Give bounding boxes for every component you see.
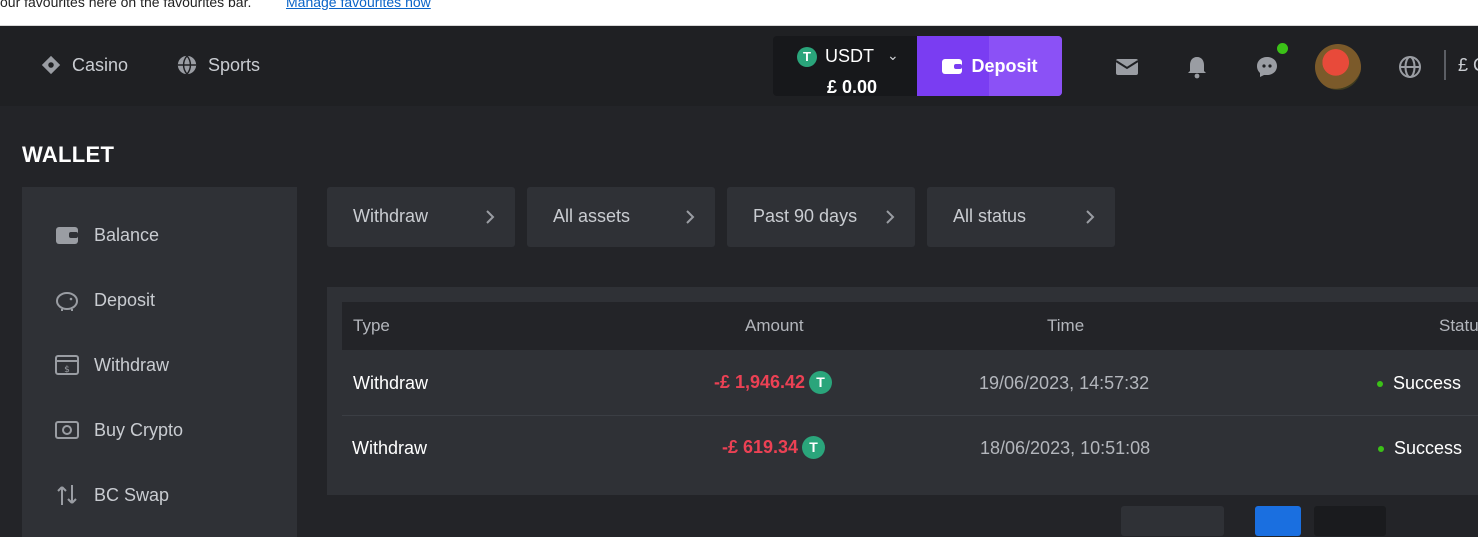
column-header-status: Statu bbox=[1439, 316, 1478, 335]
table-row-type: Withdraw bbox=[352, 438, 428, 458]
chat-icon[interactable] bbox=[1254, 54, 1280, 80]
page-button[interactable] bbox=[1314, 506, 1386, 536]
nav-casino-label: Casino bbox=[72, 54, 129, 75]
chevron-right-icon bbox=[686, 210, 695, 224]
withdraw-icon: $ bbox=[55, 355, 79, 375]
bell-icon[interactable] bbox=[1184, 54, 1210, 80]
chevron-down-icon: ⌄ bbox=[887, 47, 899, 63]
chevron-right-icon bbox=[486, 210, 495, 224]
column-header-time: Time bbox=[1047, 316, 1085, 335]
filter-label: Past 90 days bbox=[753, 206, 858, 226]
favourites-message: our favourites here on the favourites ba… bbox=[0, 0, 252, 10]
chat-online-indicator bbox=[1277, 43, 1288, 54]
filter-label: Withdraw bbox=[353, 206, 429, 226]
nav-sports[interactable]: Sports bbox=[176, 54, 260, 76]
top-nav: Casino Sports T USDT ⌄ £ 0.00 Deposit £ … bbox=[0, 26, 1478, 106]
sidebar-item-withdraw[interactable]: $ Withdraw bbox=[54, 350, 169, 380]
table-row-type: Withdraw bbox=[353, 373, 429, 393]
nav-sports-label: Sports bbox=[208, 54, 261, 75]
manage-favourites-link[interactable]: Manage favourites now bbox=[286, 0, 431, 10]
amount-value: -£ 619.34 bbox=[722, 437, 799, 457]
table-row-time: 19/06/2023, 14:57:32 bbox=[979, 373, 1150, 393]
sidebar-item-buy-crypto[interactable]: Buy Crypto bbox=[54, 415, 183, 445]
cash-icon bbox=[55, 421, 79, 439]
sidebar-item-bc-swap[interactable]: BC Swap bbox=[54, 480, 169, 510]
tether-icon: T bbox=[809, 371, 833, 394]
status-dot bbox=[1377, 380, 1383, 387]
nav-divider bbox=[1444, 50, 1446, 80]
deposit-label: Deposit bbox=[971, 55, 1038, 76]
sidebar-item-deposit[interactable]: Deposit bbox=[54, 285, 155, 315]
table-row-amount: -£ 1,946.42 T bbox=[714, 371, 833, 394]
filter-assets[interactable]: All assets bbox=[527, 187, 715, 247]
favourites-bar: our favourites here on the favourites ba… bbox=[0, 0, 1478, 26]
currency-label: USDT bbox=[825, 46, 874, 66]
table-row-status: Success bbox=[1378, 438, 1462, 459]
filter-period[interactable]: Past 90 days bbox=[727, 187, 915, 247]
fiat-currency-selector[interactable]: £ C bbox=[1458, 55, 1478, 76]
tether-icon: T bbox=[802, 436, 826, 459]
sidebar-item-label: Balance bbox=[94, 224, 160, 245]
sidebar-item-label: Deposit bbox=[94, 289, 156, 310]
table-row-amount: -£ 619.34 T bbox=[722, 436, 826, 459]
deposit-button[interactable]: Deposit bbox=[917, 36, 1062, 96]
sidebar-item-label: BC Swap bbox=[94, 484, 170, 505]
amount-value: -£ 1,946.42 bbox=[714, 372, 806, 392]
filter-label: All status bbox=[953, 206, 1027, 226]
filter-label: All assets bbox=[553, 206, 631, 226]
sidebar-item-label: Buy Crypto bbox=[94, 419, 184, 440]
column-header-type: Type bbox=[353, 316, 390, 335]
globe-icon[interactable] bbox=[1397, 54, 1423, 80]
page-title: WALLET bbox=[22, 142, 115, 167]
avatar[interactable] bbox=[1315, 44, 1361, 90]
balance-amount: £ 0.00 bbox=[827, 77, 878, 97]
svg-text:$: $ bbox=[64, 365, 70, 375]
page-size-select[interactable] bbox=[1121, 506, 1224, 536]
status-label: Success bbox=[1394, 438, 1463, 458]
filter-type[interactable]: Withdraw bbox=[327, 187, 515, 247]
status-dot bbox=[1378, 445, 1384, 452]
page-button-active[interactable] bbox=[1255, 506, 1301, 536]
table-row-status: Success bbox=[1377, 373, 1461, 394]
currency-selector[interactable]: T USDT ⌄ £ 0.00 bbox=[773, 36, 917, 97]
filter-status[interactable]: All status bbox=[927, 187, 1115, 247]
casino-icon bbox=[41, 55, 61, 75]
mail-icon[interactable] bbox=[1114, 54, 1140, 80]
chevron-right-icon bbox=[1086, 210, 1095, 224]
wallet-icon bbox=[942, 59, 963, 74]
piggy-bank-icon bbox=[56, 292, 78, 311]
tether-icon: T bbox=[797, 47, 817, 67]
nav-casino[interactable]: Casino bbox=[40, 54, 128, 76]
pagination-area bbox=[327, 495, 1478, 535]
wallet-icon bbox=[56, 227, 78, 244]
row-divider bbox=[342, 415, 1478, 416]
sidebar-item-balance[interactable]: Balance bbox=[54, 220, 159, 250]
sidebar-item-label: Withdraw bbox=[94, 354, 170, 375]
swap-icon bbox=[57, 485, 77, 505]
sports-icon bbox=[177, 55, 197, 75]
table-row-time: 18/06/2023, 10:51:08 bbox=[980, 438, 1151, 458]
table-header bbox=[342, 302, 1478, 350]
column-header-amount: Amount bbox=[745, 316, 804, 335]
status-label: Success bbox=[1393, 373, 1462, 393]
chevron-right-icon bbox=[886, 210, 895, 224]
